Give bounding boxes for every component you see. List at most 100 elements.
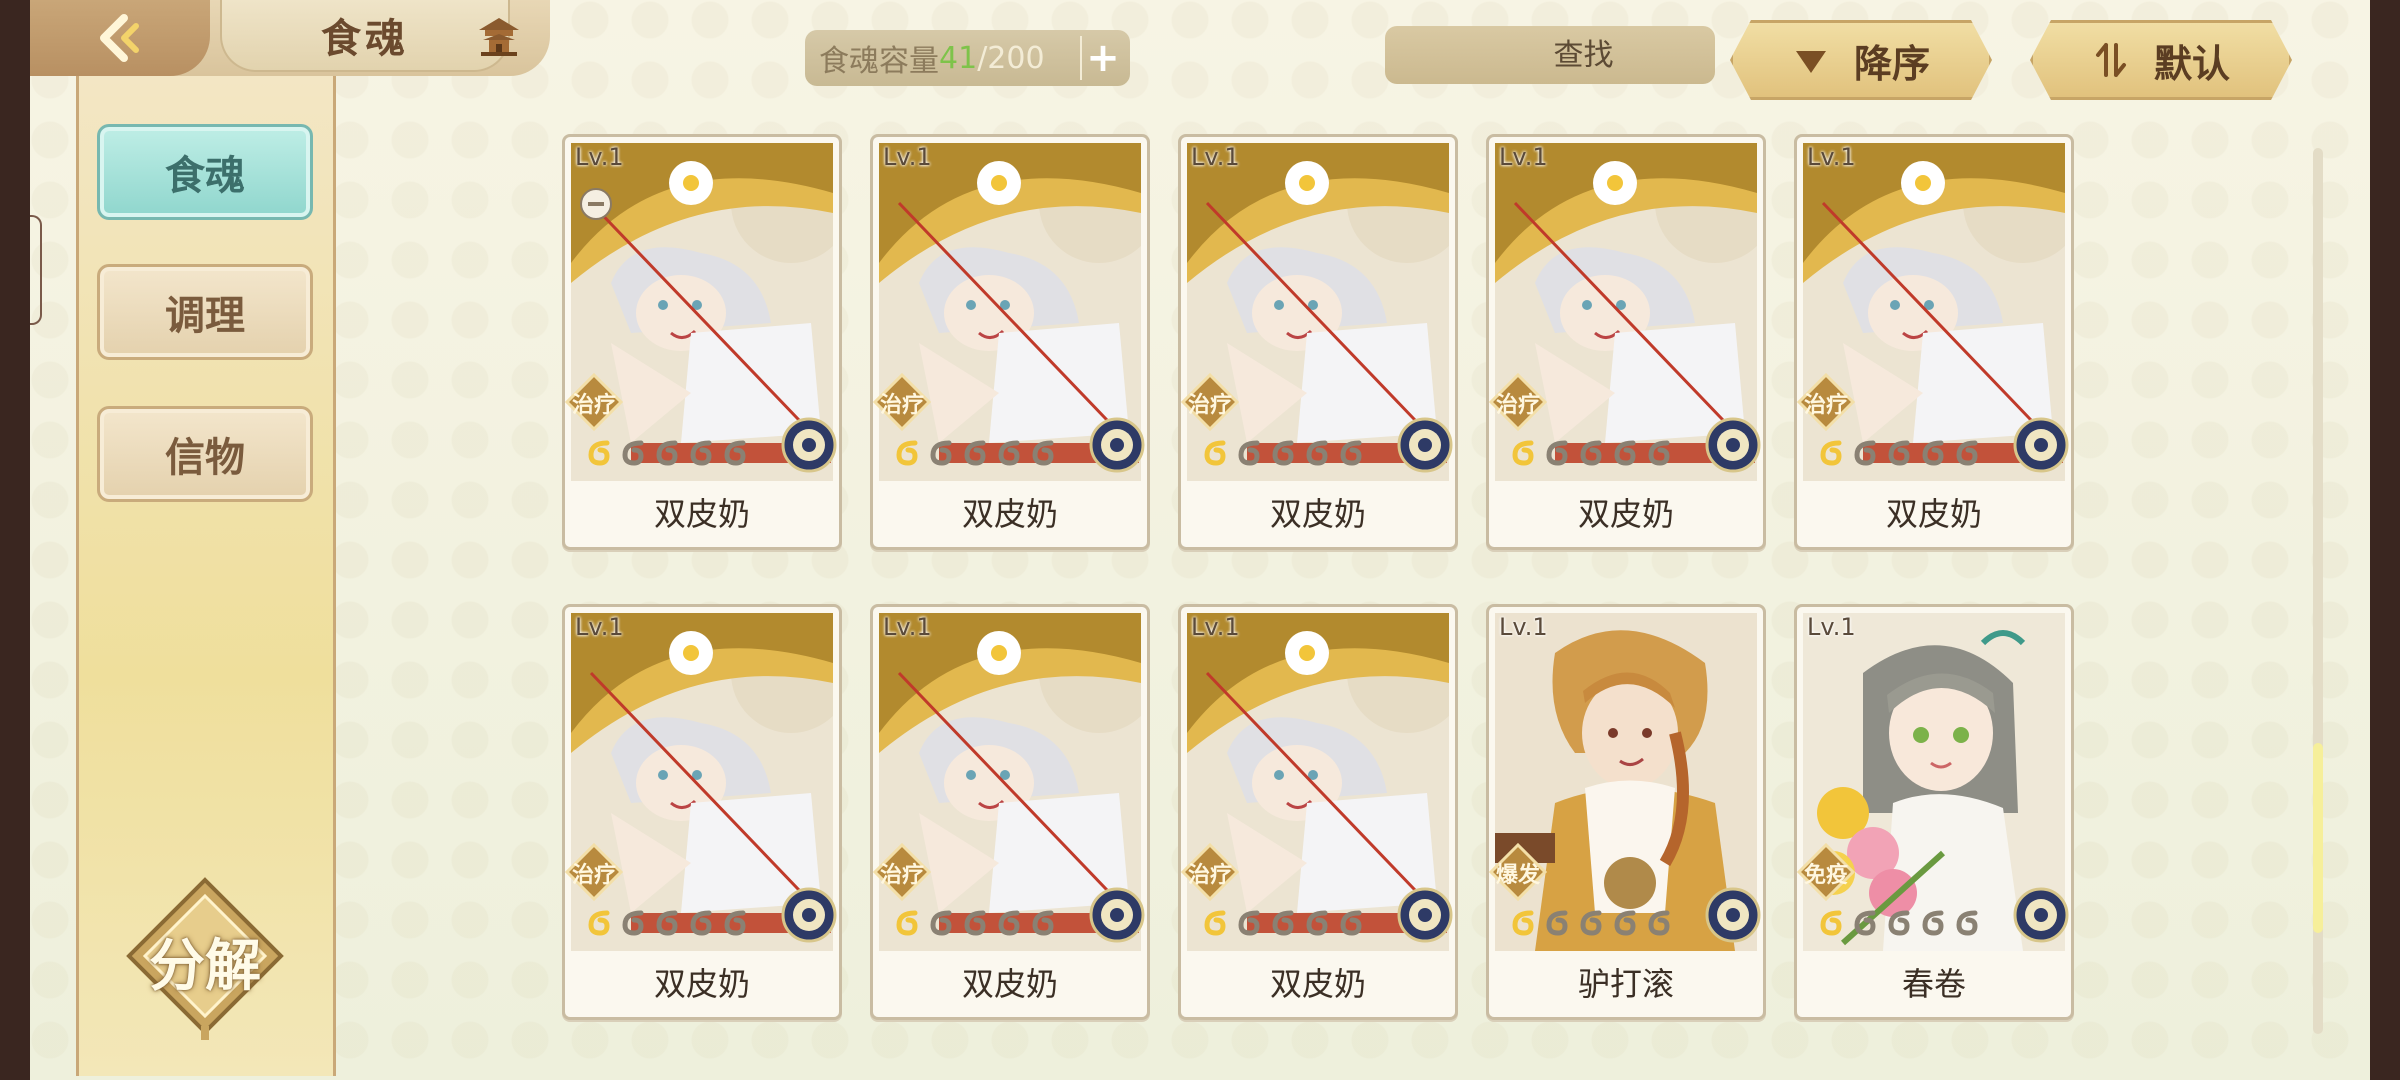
element-wheel-icon bbox=[1705, 417, 1761, 473]
star-rating bbox=[1817, 437, 1983, 467]
level-label: Lv.1 bbox=[1191, 143, 1240, 171]
star-icon bbox=[1204, 440, 1226, 466]
star-icon bbox=[1340, 440, 1362, 466]
role-label: 治疗 bbox=[1187, 393, 1232, 418]
page-title: 食魂 bbox=[321, 15, 409, 62]
search-bar bbox=[1385, 26, 1770, 84]
star-icon bbox=[1032, 440, 1054, 466]
food-soul-card[interactable]: Lv.1 治疗 双皮奶 bbox=[1794, 134, 2074, 550]
food-soul-card[interactable]: Lv.1 治疗 双皮奶 bbox=[1178, 604, 1458, 1020]
card-name: 双皮奶 bbox=[653, 495, 750, 533]
decompose-label: 分解 bbox=[149, 933, 261, 999]
star-icon bbox=[724, 910, 746, 936]
star-icon bbox=[1648, 440, 1670, 466]
sort-order-button[interactable]: 降序 bbox=[1730, 20, 1992, 100]
sidebar-item-label: 调理 bbox=[165, 292, 245, 339]
star-icon bbox=[1888, 440, 1910, 466]
triangle-down-icon bbox=[1795, 51, 1826, 73]
star-icon bbox=[1306, 440, 1328, 466]
sidebar-item-tokens[interactable]: 信物 bbox=[97, 406, 313, 502]
sidebar-item-label: 食魂 bbox=[165, 152, 245, 199]
sidebar-item-label: 信物 bbox=[165, 434, 245, 481]
level-label: Lv.1 bbox=[883, 613, 932, 641]
capacity-max: 200 bbox=[987, 40, 1045, 76]
role-label: 治疗 bbox=[1803, 393, 1848, 418]
food-soul-card[interactable]: Lv.1 治疗 双皮奶 bbox=[870, 604, 1150, 1020]
element-wheel-icon bbox=[1705, 887, 1761, 943]
star-icon bbox=[1956, 910, 1978, 936]
game-screen: 食魂 食魂容量 41 / 200 + 降序 bbox=[30, 0, 2370, 1080]
star-icon bbox=[1340, 910, 1362, 936]
role-label: 治疗 bbox=[571, 393, 616, 418]
element-wheel-icon bbox=[1089, 417, 1145, 473]
capacity-current: 41 bbox=[939, 40, 978, 76]
star-rating bbox=[1509, 437, 1675, 467]
food-soul-card[interactable]: Lv.1 治疗 双皮奶 bbox=[562, 134, 842, 550]
food-soul-card[interactable]: Lv.1 免疫 春卷 bbox=[1794, 604, 2074, 1020]
card-name: 双皮奶 bbox=[1269, 495, 1366, 533]
star-icon bbox=[622, 910, 644, 936]
sidebar: 食魂 调理 信物 分解 bbox=[76, 76, 336, 1076]
star-icon bbox=[622, 440, 644, 466]
pagoda-icon[interactable] bbox=[475, 14, 523, 58]
element-wheel-icon bbox=[1397, 417, 1453, 473]
star-icon bbox=[1204, 910, 1226, 936]
role-label: 治疗 bbox=[879, 393, 924, 418]
level-label: Lv.1 bbox=[1807, 143, 1856, 171]
element-wheel-icon bbox=[1397, 887, 1453, 943]
star-rating bbox=[1201, 437, 1367, 467]
sidebar-item-food-souls[interactable]: 食魂 bbox=[97, 124, 313, 220]
star-icon bbox=[690, 440, 712, 466]
capacity-label: 食魂容量 bbox=[819, 44, 939, 79]
star-icon bbox=[896, 440, 918, 466]
scrollbar-thumb[interactable] bbox=[2313, 743, 2323, 933]
star-icon bbox=[1580, 910, 1602, 936]
star-icon bbox=[1648, 910, 1670, 936]
star-icon bbox=[1854, 440, 1876, 466]
expand-capacity-button[interactable]: + bbox=[1080, 35, 1124, 81]
star-icon bbox=[1580, 440, 1602, 466]
level-label: Lv.1 bbox=[1191, 613, 1240, 641]
star-icon bbox=[1614, 440, 1636, 466]
star-icon bbox=[998, 910, 1020, 936]
star-icon bbox=[1272, 910, 1294, 936]
star-icon bbox=[1306, 910, 1328, 936]
level-label: Lv.1 bbox=[575, 613, 624, 641]
card-name: 双皮奶 bbox=[1885, 495, 1982, 533]
star-rating bbox=[893, 907, 1059, 937]
star-icon bbox=[998, 440, 1020, 466]
lock-icon bbox=[580, 188, 612, 220]
star-icon bbox=[1238, 910, 1260, 936]
star-icon bbox=[690, 910, 712, 936]
star-icon bbox=[1956, 440, 1978, 466]
card-name: 双皮奶 bbox=[653, 965, 750, 1003]
food-soul-card[interactable]: Lv.1 治疗 双皮奶 bbox=[562, 604, 842, 1020]
level-label: Lv.1 bbox=[1807, 613, 1856, 641]
side-drawer-handle[interactable] bbox=[30, 215, 42, 325]
star-icon bbox=[1546, 910, 1568, 936]
food-soul-card[interactable]: Lv.1 爆发 驴打滚 bbox=[1486, 604, 1766, 1020]
food-soul-card[interactable]: Lv.1 治疗 双皮奶 bbox=[1178, 134, 1458, 550]
search-input[interactable] bbox=[1397, 37, 1770, 73]
back-button[interactable] bbox=[30, 0, 210, 76]
element-wheel-icon bbox=[2013, 887, 2069, 943]
back-arrow-icon bbox=[100, 14, 139, 62]
food-soul-card[interactable]: Lv.1 治疗 双皮奶 bbox=[1486, 134, 1766, 550]
role-label: 治疗 bbox=[879, 863, 924, 888]
decompose-button[interactable]: 分解 bbox=[123, 876, 287, 1040]
sidebar-item-cooking[interactable]: 调理 bbox=[97, 264, 313, 360]
sort-mode-button[interactable]: 默认 bbox=[2030, 20, 2292, 100]
role-label: 爆发 bbox=[1495, 863, 1540, 888]
star-rating bbox=[1817, 907, 1983, 937]
star-icon bbox=[964, 440, 986, 466]
element-wheel-icon bbox=[2013, 417, 2069, 473]
role-label: 治疗 bbox=[1495, 393, 1540, 418]
food-soul-card[interactable]: Lv.1 治疗 双皮奶 bbox=[870, 134, 1150, 550]
scrollbar[interactable] bbox=[2313, 148, 2323, 1034]
role-label: 治疗 bbox=[1187, 863, 1232, 888]
star-icon bbox=[1614, 910, 1636, 936]
star-icon bbox=[1820, 910, 1842, 936]
element-wheel-icon bbox=[781, 887, 837, 943]
sort-order-label: 降序 bbox=[1853, 41, 1930, 86]
element-wheel-icon bbox=[781, 417, 837, 473]
